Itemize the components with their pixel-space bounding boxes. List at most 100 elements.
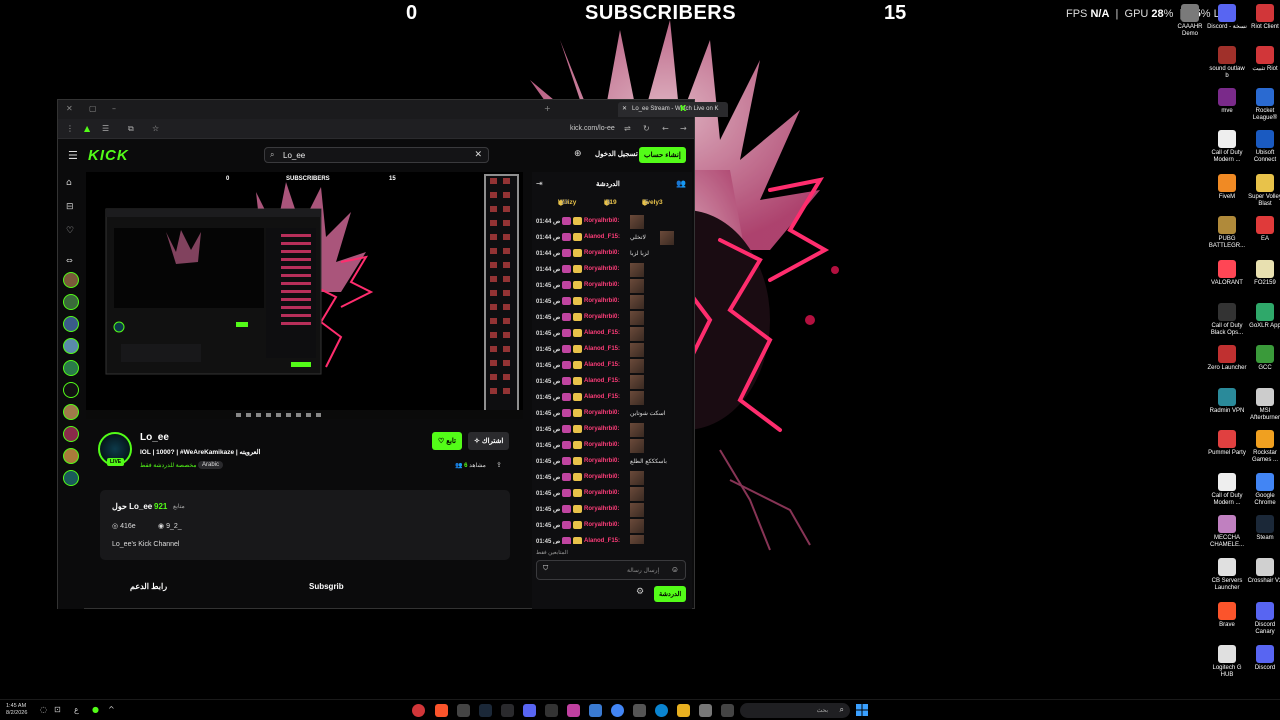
edge-taskbar-icon[interactable] xyxy=(655,704,668,717)
forward-icon[interactable]: ← xyxy=(662,124,669,133)
message-username[interactable]: Roryalhrbi0: xyxy=(584,522,619,528)
followed-channel-avatar[interactable] xyxy=(63,338,79,354)
desktop-shortcut[interactable]: Call of Duty Modern ... xyxy=(1207,473,1247,507)
message-username[interactable]: Alanod_F15: xyxy=(584,234,620,240)
task-view-taskbar-icon[interactable] xyxy=(721,704,734,717)
discord-link[interactable]: ◉ 9_2_ xyxy=(158,522,182,530)
collapse-chat-icon[interactable]: ⇥ xyxy=(536,179,543,188)
chat-message[interactable]: 01:45 ص Alanod_F15: xyxy=(532,358,692,374)
desktop-shortcut[interactable]: Riot Client xyxy=(1245,4,1280,31)
message-username[interactable]: Roryalhrbi0: xyxy=(584,250,619,256)
followed-channel-avatar[interactable] xyxy=(63,272,79,288)
chat-settings-gear-icon[interactable]: ⚙ xyxy=(636,587,644,597)
desktop-shortcut[interactable]: PUBG BATTLEGR... xyxy=(1207,216,1247,250)
chat-message[interactable]: 01:45 ص Roryalhrbi0: اسكت شوتاين xyxy=(532,406,692,422)
desktop-shortcut[interactable]: CAAAHR Demo xyxy=(1170,4,1210,38)
message-username[interactable]: Roryalhrbi0: xyxy=(584,490,619,496)
desktop-shortcut[interactable]: FO2159 xyxy=(1245,260,1280,287)
chat-message[interactable]: 01:45 ص Roryalhrbi0: باسكككع الطلع xyxy=(532,454,692,470)
extensions-icon[interactable]: ☰ xyxy=(102,124,109,133)
site-settings-icon[interactable]: ⇌ xyxy=(624,124,631,133)
taskbar-search[interactable]: بحث ⌕ xyxy=(740,703,850,718)
followed-channel-avatar[interactable] xyxy=(63,426,79,442)
file-explorer-taskbar-icon[interactable] xyxy=(677,704,690,717)
channel-name[interactable]: Lo_ee xyxy=(140,432,169,443)
desktop-shortcut[interactable]: Logitech G HUB xyxy=(1207,645,1247,679)
desktop-shortcut[interactable]: Steam xyxy=(1245,515,1280,542)
desktop-shortcut[interactable]: Rockstar Games ... xyxy=(1245,430,1280,464)
desktop-shortcut[interactable]: Call of Duty Black Ops... xyxy=(1207,303,1247,337)
stream-category[interactable]: مخصصة للدردشة فقط xyxy=(140,462,196,469)
chat-users-icon[interactable]: 👥 xyxy=(676,179,686,188)
followed-channel-avatar[interactable] xyxy=(63,448,79,464)
network-icon[interactable]: ⊡ xyxy=(54,705,61,714)
chat-message[interactable]: 01:45 ص Roryalhrbi0: xyxy=(532,470,692,486)
language-tag[interactable]: Arabic xyxy=(198,461,224,469)
desktop-shortcut[interactable]: MECCHA CHAMELE... xyxy=(1207,515,1247,549)
app-taskbar-icon[interactable] xyxy=(545,704,558,717)
chrome-taskbar-icon[interactable] xyxy=(611,704,624,717)
message-username[interactable]: Roryalhrbi0: xyxy=(584,298,619,304)
desktop-shortcut[interactable]: Radmin VPN xyxy=(1207,388,1247,415)
desktop-shortcut[interactable]: تثبيت Riot xyxy=(1245,46,1280,73)
subscribe-link[interactable]: Subsgrib xyxy=(309,582,344,591)
url-field[interactable]: kick.com/lo-ee xyxy=(570,125,615,132)
message-username[interactable]: Roryalhrbi0: xyxy=(584,282,619,288)
followed-channel-avatar[interactable] xyxy=(63,382,79,398)
message-username[interactable]: Roryalhrbi0: xyxy=(584,458,619,464)
desktop-shortcut[interactable]: sound outlaw b xyxy=(1207,46,1247,80)
desktop-shortcut[interactable]: Super Volley Blast xyxy=(1245,174,1280,208)
chat-message[interactable]: 01:45 ص Alanod_F15: xyxy=(532,342,692,358)
message-username[interactable]: Roryalhrbi0: xyxy=(584,266,619,272)
followed-channel-avatar[interactable] xyxy=(63,404,79,420)
chat-message[interactable]: 01:45 ص Alanod_F15: xyxy=(532,534,692,544)
desktop-shortcut[interactable]: Zero Launcher xyxy=(1207,345,1247,372)
steam-taskbar-icon[interactable] xyxy=(479,704,492,717)
close-window-icon[interactable]: ✕ xyxy=(66,104,73,113)
desktop-shortcut[interactable]: Pummel Party xyxy=(1207,430,1247,457)
desktop-shortcut[interactable]: EA xyxy=(1245,216,1280,243)
message-username[interactable]: Alanod_F15: xyxy=(584,362,620,368)
support-link[interactable]: رابط الدعم xyxy=(130,582,167,591)
desktop-shortcut[interactable]: mve xyxy=(1207,88,1247,115)
desktop-shortcut[interactable]: GCC xyxy=(1245,345,1280,372)
message-username[interactable]: Alanod_F15: xyxy=(584,394,620,400)
desktop-shortcut[interactable]: Brave xyxy=(1207,602,1247,629)
message-username[interactable]: Alanod_F15: xyxy=(584,346,620,352)
video-player[interactable]: 0 SUBSCRIBERS 15 xyxy=(86,172,523,419)
bookmark-star-icon[interactable]: ☆ xyxy=(152,124,159,133)
home-icon[interactable]: ⌂ xyxy=(66,178,72,188)
chat-message[interactable]: 01:45 ص Roryalhrbi0: xyxy=(532,438,692,454)
app-taskbar-icon[interactable] xyxy=(501,704,514,717)
chat-message[interactable]: 01:44 ص Roryalhrbi0: لزبا لزبا xyxy=(532,246,692,262)
desktop-shortcut[interactable]: Crosshair V2 xyxy=(1245,558,1280,585)
profile-icon[interactable]: ▲ xyxy=(84,124,90,133)
collapse-icon[interactable]: ⇔ xyxy=(66,256,73,265)
desktop-shortcut[interactable]: Ubisoft Connect xyxy=(1245,130,1280,164)
message-username[interactable]: Roryalhrbi0: xyxy=(584,426,619,432)
desktop-shortcut[interactable]: Discord xyxy=(1245,645,1280,672)
message-username[interactable]: Roryalhrbi0: xyxy=(584,442,619,448)
chat-message[interactable]: 01:45 ص Roryalhrbi0: xyxy=(532,278,692,294)
reload-icon[interactable]: ↻ xyxy=(643,124,650,133)
signup-button[interactable]: إنشاء حساب xyxy=(639,147,686,163)
desktop-shortcut[interactable]: FiveM xyxy=(1207,174,1247,201)
desktop-shortcut[interactable]: GoXLR App xyxy=(1245,303,1280,330)
menu-dots-icon[interactable]: ⋮ xyxy=(66,124,74,133)
chat-message[interactable]: 01:44 ص Alanod_F15: لاتخلي xyxy=(532,230,692,246)
language-globe-icon[interactable]: ⊕ xyxy=(574,149,582,159)
instagram-link[interactable]: ◎ 416e xyxy=(112,522,136,530)
notifications-icon[interactable]: ◌ xyxy=(40,705,47,714)
message-username[interactable]: Alanod_F15: xyxy=(584,538,620,544)
store-taskbar-icon[interactable] xyxy=(589,704,602,717)
follow-button[interactable]: ♡ تابع xyxy=(432,432,462,450)
chat-message-input[interactable]: ⛉ إرسال رسالة ☺ xyxy=(536,560,686,580)
language-icon[interactable]: ع xyxy=(74,705,79,714)
chat-message[interactable]: 01:45 ص Roryalhrbi0: xyxy=(532,502,692,518)
subscribe-button[interactable]: ✧ اشتراك xyxy=(468,432,510,450)
chat-message[interactable]: 01:45 ص Alanod_F15: xyxy=(532,326,692,342)
following-icon[interactable]: ♡ xyxy=(66,226,74,236)
desktop-shortcut[interactable]: MSI Afterburner xyxy=(1245,388,1280,422)
followed-channel-avatar[interactable] xyxy=(63,470,79,486)
app-taskbar-icon[interactable] xyxy=(457,704,470,717)
